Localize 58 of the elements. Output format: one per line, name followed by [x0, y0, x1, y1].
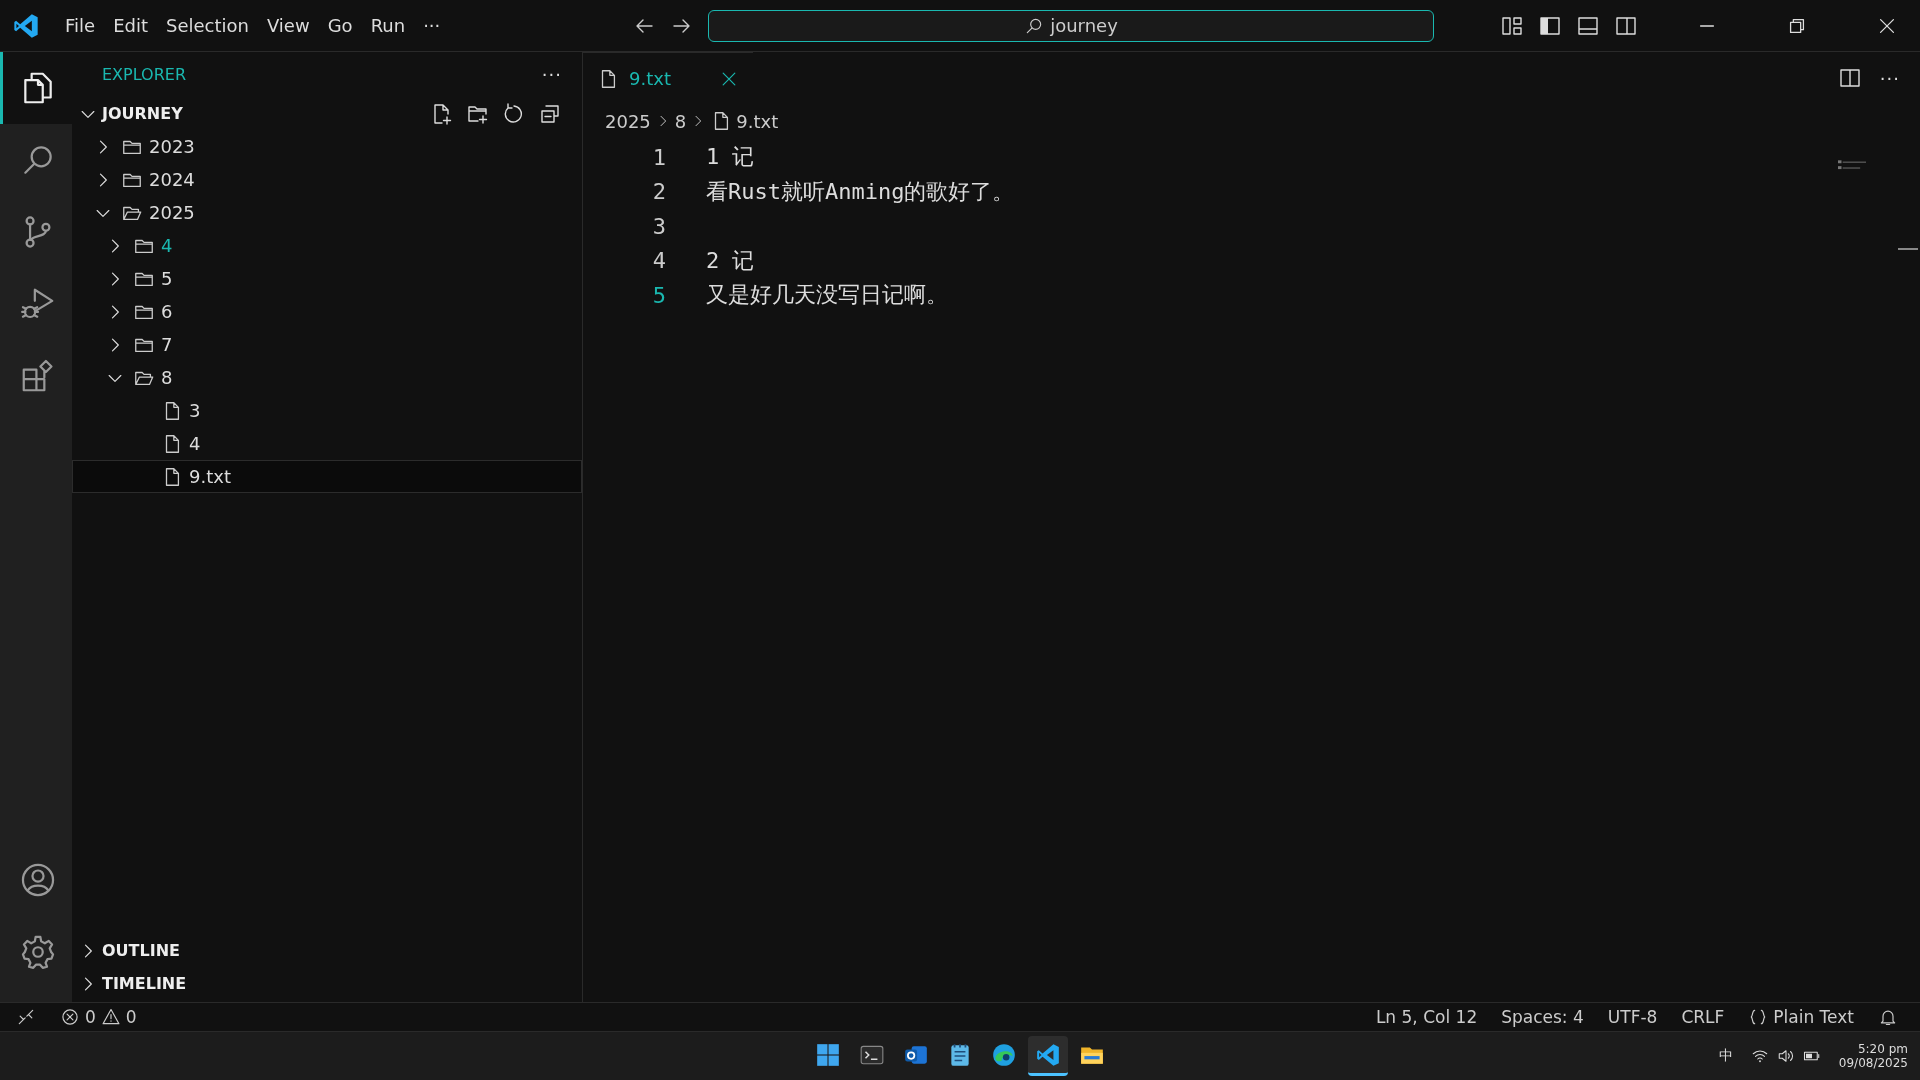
tree-item[interactable]: 8	[72, 361, 582, 394]
code-line: 2 记	[706, 246, 755, 275]
warning-icon	[100, 1007, 121, 1027]
tree-item[interactable]: 6	[72, 295, 582, 328]
tree-item[interactable]: 2024	[72, 163, 582, 196]
status-item[interactable]: Ln 5, Col 12	[1375, 1007, 1478, 1027]
status-item[interactable]: Spaces: 4	[1501, 1007, 1584, 1027]
more-actions[interactable]: ···	[1879, 67, 1900, 89]
start-icon	[815, 1041, 841, 1068]
tree-item[interactable]: 5	[72, 262, 582, 295]
menu-item[interactable]: Run	[363, 11, 413, 40]
folder-name[interactable]: JOURNEY	[102, 104, 183, 123]
tree-item[interactable]: 4	[72, 427, 582, 460]
tree-item[interactable]: 9.txt	[72, 460, 582, 493]
section-header[interactable]: OUTLINE	[102, 941, 180, 960]
menu-item[interactable]: View	[259, 11, 317, 40]
menu-item[interactable]: Edit	[106, 11, 155, 40]
sidebar-title: EXPLORER	[102, 65, 186, 84]
minimap[interactable]	[1838, 160, 1866, 170]
error-icon	[60, 1007, 80, 1027]
code-line: 又是好几天没写日记啊。	[706, 281, 948, 310]
browser-icon	[991, 1041, 1017, 1068]
tree-item[interactable]: 2023	[72, 130, 582, 163]
code-line: 看Rust就听Anming的歌好了。	[706, 177, 1015, 206]
status-item[interactable]: Plain Text	[1748, 1007, 1854, 1027]
tree-item[interactable]: 4	[72, 229, 582, 262]
menu-item[interactable]: File	[58, 11, 103, 40]
problems-status[interactable]: 0 0	[60, 1007, 137, 1027]
code-line: 1 记	[706, 143, 755, 172]
wifi-icon[interactable]	[1750, 1047, 1769, 1065]
menu-item[interactable]: Go	[320, 11, 360, 40]
scroll-marker	[1898, 248, 1918, 250]
line-number: 3	[651, 213, 666, 239]
line-number: 5	[651, 282, 666, 308]
section-header[interactable]: TIMELINE	[102, 974, 187, 993]
more-actions[interactable]: ···	[541, 64, 562, 85]
tree-item[interactable]: 3	[72, 394, 582, 427]
remote-icon[interactable]	[16, 1007, 36, 1027]
code-editor-icon	[1035, 1041, 1061, 1068]
breadcrumb[interactable]: 2025	[605, 110, 651, 132]
line-number: 1	[651, 144, 666, 170]
search-field[interactable]: journey	[708, 9, 1434, 42]
taskbar-button[interactable]	[1028, 1036, 1068, 1076]
tree-item[interactable]: 7	[72, 328, 582, 361]
menu-item[interactable]: Selection	[159, 11, 256, 40]
speaker-icon[interactable]	[1776, 1047, 1795, 1065]
clock-time[interactable]: 5:20 pm	[1857, 1042, 1908, 1056]
input-method-indicator[interactable]: 中	[1718, 1047, 1733, 1065]
split-editor-icon[interactable]	[1837, 66, 1862, 90]
tree-item[interactable]: 2025	[72, 196, 582, 229]
breadcrumb[interactable]: 8	[674, 110, 687, 132]
breadcrumb[interactable]: 9.txt	[736, 110, 779, 132]
more-menu[interactable]: ···	[416, 11, 448, 40]
status-item[interactable]: UTF-8	[1607, 1007, 1658, 1027]
line-number: 4	[651, 248, 666, 274]
line-number: 2	[651, 179, 666, 205]
clock-date[interactable]: 09/08/2025	[1838, 1056, 1908, 1070]
status-item[interactable]: CRLF	[1681, 1007, 1725, 1027]
